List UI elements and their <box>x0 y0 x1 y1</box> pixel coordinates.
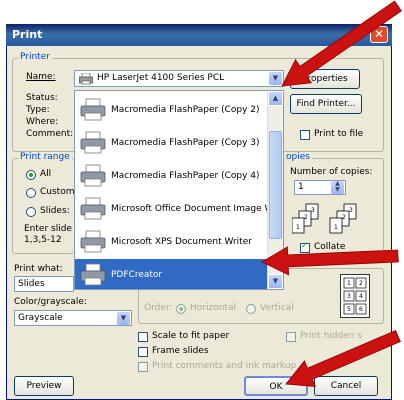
print-comments-checkbox[interactable] <box>138 362 148 372</box>
horizontal-label: Horizontal <box>190 303 236 313</box>
title-bar: Print ✕ <box>6 24 392 46</box>
find-printer-button[interactable]: Find Printer... <box>290 94 362 114</box>
vertical-label: Vertical <box>260 303 294 313</box>
chevron-down-icon[interactable]: ▼ <box>117 312 130 325</box>
printer-icon <box>80 230 106 254</box>
where-label: Where: <box>26 117 59 127</box>
handout-num-2: 2 <box>359 280 363 287</box>
printer-name-dropdown[interactable]: HP LaserJet 4100 Series PCL ▼ <box>74 70 284 87</box>
scale-to-fit-checkbox[interactable] <box>138 332 148 342</box>
collate-label: Collate <box>314 242 346 252</box>
handout-num-5: 5 <box>347 306 351 313</box>
printer-list-item-label: Macromedia FlashPaper (Copy 3) <box>111 138 260 148</box>
handout-preview-icon: 1 2 3 4 5 6 <box>340 274 370 318</box>
order-label: Order: <box>144 303 173 313</box>
slides-radio[interactable] <box>26 207 36 217</box>
printer-list-item[interactable]: Macromedia FlashPaper (Copy 4) <box>75 160 269 193</box>
collate-page-b3: 3 <box>349 207 353 214</box>
print-range-legend: Print range <box>18 152 72 162</box>
printer-list-item-label: PDFCreator <box>111 270 163 280</box>
printer-list-item[interactable]: Microsoft XPS Document Writer <box>75 226 269 259</box>
print-hidden-label: Print hidden s <box>300 331 362 341</box>
name-label: Name: <box>26 72 56 82</box>
collate-page-a1: 1 <box>296 224 300 231</box>
slides-hint-line1: Enter slide n <box>24 224 81 234</box>
collate-page-a2: 2 <box>304 214 308 221</box>
print-to-file-label: Print to file <box>314 129 364 139</box>
type-label: Type: <box>26 105 50 115</box>
dialog-title: Print <box>12 28 43 41</box>
color-value: Grayscale <box>18 313 63 323</box>
collate-pages-icon: 3 2 1 3 2 1 <box>292 203 357 234</box>
printer-icon <box>80 164 106 188</box>
scroll-up-icon[interactable]: ▲ <box>268 91 283 106</box>
print-what-value: Slides <box>18 279 45 289</box>
chevron-down-icon[interactable]: ▼ <box>269 72 282 85</box>
cancel-label: Cancel <box>330 381 362 391</box>
frame-slides-checkbox[interactable] <box>138 347 148 357</box>
printer-list-item-label: Macromedia FlashPaper (Copy 2) <box>111 105 260 115</box>
printer-icon <box>80 98 106 122</box>
printer-list-item-label: Macromedia FlashPaper (Copy 4) <box>111 171 260 181</box>
horizontal-radio[interactable] <box>176 304 186 314</box>
printer-list-item-label: Microsoft Office Document Image Writer <box>111 204 284 214</box>
frame-slides-label: Frame slides <box>152 346 209 356</box>
number-of-copies-label: Number of copies: <box>290 167 373 177</box>
handout-num-3: 3 <box>347 293 351 300</box>
collate-page-b1: 1 <box>334 224 338 231</box>
collate-page-a3: 3 <box>311 207 315 214</box>
copies-value: 1 <box>298 182 304 192</box>
printer-list-item[interactable]: PDFCreator <box>75 259 269 289</box>
print-hidden-checkbox[interactable] <box>286 332 296 342</box>
print-what-dropdown[interactable]: Slides <box>14 276 74 292</box>
status-label: Status: <box>26 93 58 103</box>
scale-to-fit-label: Scale to fit paper <box>152 331 230 341</box>
find-printer-label: Find Printer... <box>296 99 356 109</box>
preview-label: Preview <box>26 381 62 391</box>
printer-icon <box>80 197 106 221</box>
all-radio[interactable] <box>26 170 36 180</box>
print-to-file-checkbox[interactable] <box>300 130 310 140</box>
ok-label: OK <box>269 382 283 392</box>
custom-show-radio[interactable] <box>26 188 36 198</box>
handout-num-4: 4 <box>359 293 363 300</box>
scroll-thumb[interactable] <box>269 131 282 239</box>
printer-list-item[interactable]: Microsoft Office Document Image Writer <box>75 193 283 226</box>
slides-hint-line2: 1,3,5-12 <box>24 235 62 245</box>
copies-input[interactable]: 1 ▲ ▼ <box>294 180 346 195</box>
printer-icon <box>79 73 93 85</box>
printer-list-item[interactable]: Macromedia FlashPaper (Copy 3) <box>75 127 269 160</box>
printer-list-item[interactable]: Macromedia FlashPaper (Copy 2) <box>75 94 269 127</box>
ok-button[interactable]: OK <box>244 376 308 396</box>
handout-num-6: 6 <box>359 306 363 313</box>
color-label: Color/grayscale: <box>14 297 88 307</box>
copies-legend: opies <box>284 152 312 162</box>
color-dropdown[interactable]: Grayscale ▼ <box>14 310 132 326</box>
preview-button[interactable]: Preview <box>14 376 74 396</box>
scroll-down-icon[interactable]: ▼ <box>268 274 283 289</box>
handout-num-1: 1 <box>347 280 351 287</box>
screenshot-stage: Print ✕ Printer Name: HP LaserJet 4100 S… <box>0 0 404 400</box>
spinner-icon[interactable]: ▲ ▼ <box>331 181 344 194</box>
print-what-label: Print what: <box>14 264 63 274</box>
printer-list-item-label: Microsoft XPS Document Writer <box>111 237 252 247</box>
properties-button[interactable]: Properties <box>290 69 360 89</box>
printer-icon <box>80 131 106 155</box>
vertical-radio[interactable] <box>246 304 256 314</box>
list-scrollbar[interactable]: ▲ ▼ <box>267 91 283 289</box>
printer-icon <box>80 263 106 287</box>
close-button[interactable]: ✕ <box>370 26 388 43</box>
slides-label: Slides: <box>40 206 70 216</box>
collate-checkbox[interactable] <box>300 241 310 253</box>
properties-label: Properties <box>302 74 348 84</box>
all-label: All <box>40 169 52 179</box>
printer-name-value: HP LaserJet 4100 Series PCL <box>97 73 225 83</box>
printer-dropdown-list: Macromedia FlashPaper (Copy 2) Macromedia… <box>74 90 284 290</box>
collate-page-b2: 2 <box>342 214 346 221</box>
cancel-button[interactable]: Cancel <box>314 376 378 396</box>
printer-legend: Printer <box>18 52 52 62</box>
print-comments-label: Print comments and ink markup <box>152 361 297 371</box>
comment-label: Comment: <box>26 129 74 139</box>
